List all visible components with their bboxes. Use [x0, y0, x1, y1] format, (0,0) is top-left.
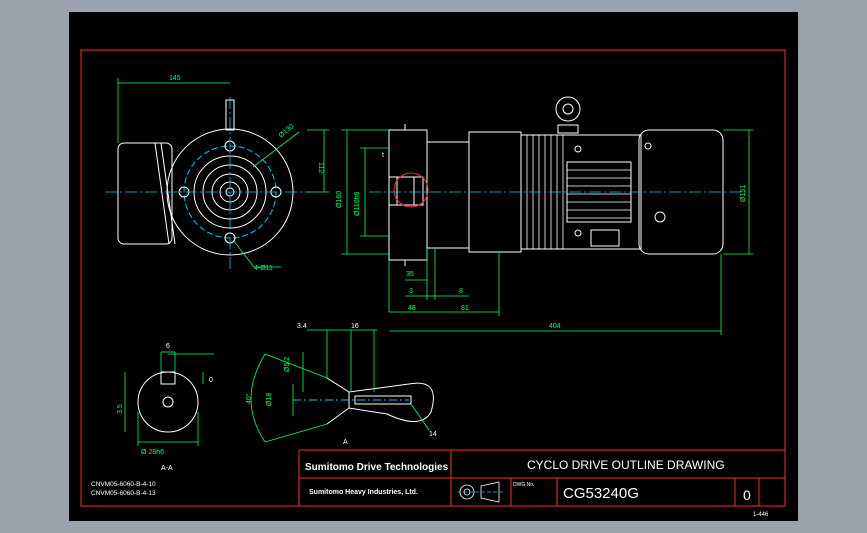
- dim-3-5: 3.5: [117, 404, 124, 414]
- dim-112: 112: [317, 162, 324, 173]
- label-a: A: [343, 439, 348, 446]
- dim-5-2: Ø5.2: [284, 357, 291, 372]
- dim-48: 48: [408, 305, 416, 312]
- dim-18: Ø18: [266, 393, 273, 406]
- dim-0: 0: [209, 377, 213, 384]
- gearmotor-side-view: [388, 96, 724, 266]
- dim-110: Ø110h6: [354, 192, 361, 216]
- projection-symbol: [457, 481, 505, 503]
- label-t: t: [382, 152, 384, 159]
- sheet-number: 1-446: [753, 512, 769, 518]
- dim-4-holes: 4-Ø11: [254, 265, 273, 272]
- dim-160: Ø160: [336, 191, 343, 208]
- shaft-detail-view: [293, 377, 434, 425]
- dim-40-deg: 40°: [245, 393, 253, 404]
- drawing-number-label: DWG.No.: [513, 482, 534, 488]
- dim-3-4: 3.4: [297, 323, 307, 330]
- drawing-number: CG53240G: [563, 485, 639, 502]
- flange-end-view: [117, 99, 294, 256]
- cad-drawing: 145 112 Ø130 4-Ø11 Ø160 Ø110h6 Ø151 35 3…: [80, 49, 786, 518]
- dim-8: 8: [459, 288, 463, 295]
- section-label: A-A: [161, 465, 173, 472]
- dim-404: 404: [549, 323, 561, 330]
- key-section-view: [137, 371, 199, 433]
- dim-28h6: Ø 28h6: [141, 449, 164, 456]
- company-name: Sumitomo Heavy Industries, Ltd.: [309, 489, 418, 496]
- dim-145: 145: [169, 75, 181, 82]
- drawing-title: CYCLO DRIVE OUTLINE DRAWING: [527, 458, 725, 472]
- note-line-2: CNVM05-6060-B-4-13: [91, 490, 156, 497]
- dim-16: 16: [351, 323, 359, 330]
- revision-number: 0: [743, 487, 751, 503]
- side-dimensions: [341, 129, 753, 335]
- note-line-1: CNVM05-6060-B-4-10: [91, 481, 156, 488]
- dim-81: 81: [461, 305, 469, 312]
- dim-14: 14: [429, 431, 437, 438]
- dim-35: 35: [406, 271, 414, 278]
- drawing-canvas[interactable]: 145 112 Ø130 4-Ø11 Ø160 Ø110h6 Ø151 35 3…: [69, 12, 798, 521]
- dim-6: 6: [166, 343, 170, 350]
- flange-dimensions: [117, 78, 329, 268]
- dim-3: 3: [409, 288, 413, 295]
- brand-name: Sumitomo Drive Technologies: [305, 462, 449, 473]
- dim-151: Ø151: [740, 185, 747, 202]
